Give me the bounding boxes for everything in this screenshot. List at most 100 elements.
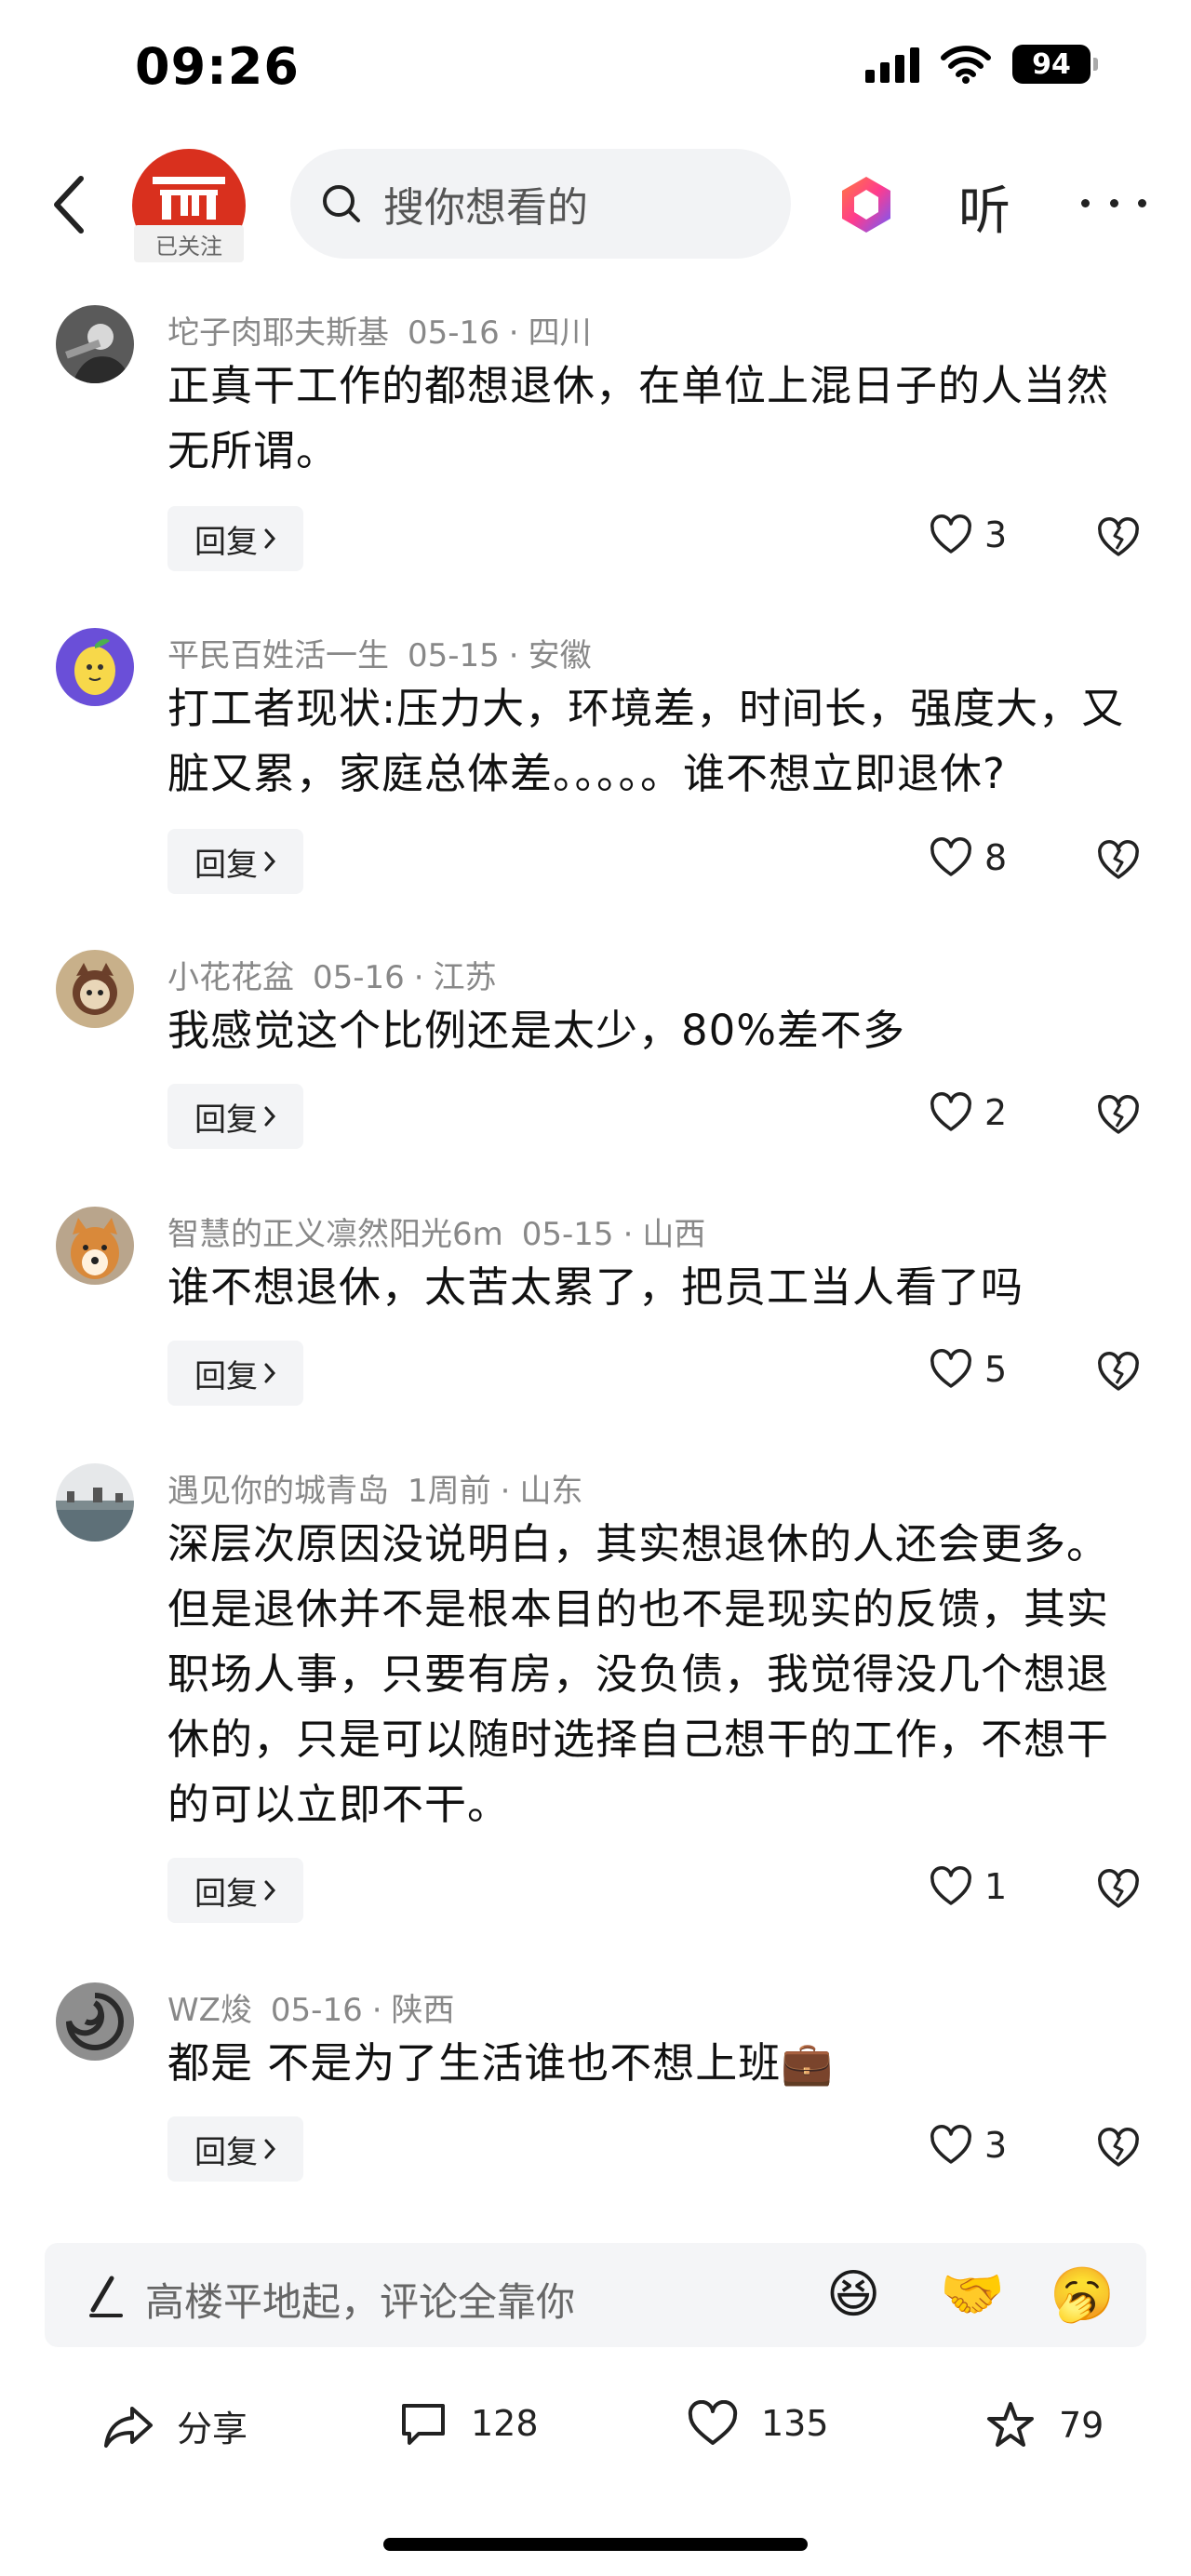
back-button[interactable] (37, 167, 102, 242)
comment-author[interactable]: WZ焌 (167, 1992, 252, 2029)
bottom-action-bar: 分享 128 135 79 (0, 2372, 1191, 2484)
comment-meta: 小花花盆 05-16 · 江苏 (167, 959, 497, 996)
emoji-laugh-icon[interactable]: 😆 (826, 2267, 880, 2323)
heart-outline-icon (930, 2125, 971, 2164)
heart-outline-icon (930, 1349, 971, 1388)
broken-heart-icon[interactable] (1096, 838, 1141, 883)
status-icons: 94 (865, 45, 1098, 84)
comment-author[interactable]: 遇见你的城青岛 (167, 1473, 389, 1510)
ai-assistant-icon[interactable] (835, 173, 898, 236)
broken-heart-icon[interactable] (1096, 1867, 1141, 1912)
cellular-signal-icon (865, 46, 919, 83)
reply-label: 回复 (194, 1875, 258, 1913)
like-button[interactable]: 5 (929, 1349, 1007, 1390)
comment-text: 谁不想退休，太苦太累了，把员工当人看了吗 (167, 1262, 1024, 1312)
like-count: 3 (984, 2125, 1008, 2166)
share-button[interactable]: 分享 (102, 2400, 248, 2451)
reply-button[interactable]: 回复 (167, 1341, 303, 1406)
like-button[interactable]: 8 (929, 837, 1007, 878)
comment-button[interactable]: 128 (398, 2400, 539, 2447)
comment-date: 05-16 (313, 959, 405, 996)
comment-text: 深层次原因没说明白，其实想退休的人还会更多。但是退休并不是根本目的也不是现实的反… (167, 1519, 1110, 1829)
avatar[interactable] (56, 1207, 134, 1285)
comment-location: 山东 (519, 1473, 583, 1510)
avatar[interactable] (56, 305, 134, 383)
star-outline-icon (987, 2402, 1034, 2447)
like-count: 2 (984, 1092, 1008, 1133)
search-input[interactable]: 搜你想看的 (290, 149, 791, 259)
avatar[interactable] (56, 1463, 134, 1542)
like-count: 3 (984, 514, 1008, 555)
status-bar: 09:26 94 (0, 0, 1191, 140)
like-button[interactable]: 1 (929, 1866, 1007, 1907)
top-header: 已关注 搜你想看的 听 (0, 140, 1191, 270)
like-button[interactable]: 3 (929, 2125, 1007, 2166)
chevron-left-icon (54, 176, 84, 234)
favorite-count: 79 (1059, 2405, 1104, 2446)
chevron-right-icon (264, 528, 276, 549)
like-count: 8 (984, 837, 1008, 878)
comment-location: 四川 (528, 314, 592, 352)
like-article-button[interactable]: 135 (687, 2400, 829, 2447)
emoji-handshake-icon[interactable]: 🤝 (940, 2267, 1005, 2323)
broken-heart-icon[interactable] (1096, 515, 1141, 560)
reply-label: 回复 (194, 523, 258, 561)
more-options-button[interactable] (1081, 167, 1146, 233)
reply-button[interactable]: 回复 (167, 506, 303, 571)
reply-button[interactable]: 回复 (167, 1858, 303, 1923)
reply-button[interactable]: 回复 (167, 829, 303, 894)
reply-label: 回复 (194, 1101, 258, 1139)
avatar[interactable] (56, 1982, 134, 2061)
broken-heart-icon[interactable] (1096, 2126, 1141, 2170)
share-icon (104, 2406, 153, 2448)
comment-meta: WZ焌 05-16 · 陕西 (167, 1992, 455, 2029)
favorite-button[interactable]: 79 (984, 2400, 1104, 2450)
comment-author[interactable]: 平民百姓活一生 (167, 637, 389, 674)
heart-outline-icon (930, 837, 971, 876)
home-indicator[interactable] (383, 2538, 808, 2551)
broken-heart-icon[interactable] (1096, 1093, 1141, 1138)
article-like-count: 135 (761, 2403, 829, 2444)
comment-text: 正真干工作的都想退休，在单位上混日子的人当然无所谓。 (167, 361, 1110, 475)
status-time: 09:26 (135, 37, 300, 96)
wifi-icon (941, 46, 991, 84)
avatar[interactable] (56, 950, 134, 1028)
comment-location: 陕西 (391, 1992, 455, 2029)
comment-location: 山西 (642, 1216, 706, 1253)
comment-input[interactable]: 高楼平地起，评论全靠你 😆 🤝 🥱 (45, 2243, 1146, 2347)
chevron-right-icon (264, 851, 276, 872)
emoji-yawn-icon[interactable]: 🥱 (1050, 2267, 1115, 2323)
like-count: 1 (984, 1866, 1008, 1907)
like-button[interactable]: 2 (929, 1092, 1007, 1133)
comment-location: 安徽 (528, 637, 592, 674)
pen-icon (89, 2276, 123, 2317)
comment-date: 05-15 (521, 1216, 614, 1253)
comment-text: 打工者现状:压力大，环境差，时间长，强度大，又脏又累，家庭总体差。。。。。谁不想… (167, 684, 1125, 798)
battery-icon: 94 (1012, 45, 1098, 84)
broken-heart-icon[interactable] (1096, 1350, 1141, 1395)
heart-outline-icon (930, 1092, 971, 1131)
avatar[interactable] (56, 628, 134, 706)
comment-author[interactable]: 小花花盆 (167, 959, 294, 996)
reply-label: 回复 (194, 846, 258, 884)
comment-date: 05-15 (408, 637, 500, 674)
comment-date: 05-16 (408, 314, 500, 352)
comment-meta: 遇见你的城青岛 1周前 · 山东 (167, 1473, 583, 1510)
reply-label: 回复 (194, 1357, 258, 1395)
reply-label: 回复 (194, 2133, 258, 2171)
chevron-right-icon (264, 1363, 276, 1383)
like-button[interactable]: 3 (929, 514, 1007, 555)
comment-meta: 坨子肉耶夫斯基 05-16 · 四川 (167, 314, 592, 352)
chevron-right-icon (264, 2139, 276, 2159)
search-placeholder: 搜你想看的 (383, 184, 588, 232)
comment-text: 我感觉这个比例还是太少，80%差不多 (167, 1006, 906, 1055)
comment-author[interactable]: 智慧的正义凛然阳光6m (167, 1216, 503, 1253)
comment-placeholder: 高楼平地起，评论全靠你 (145, 2279, 576, 2325)
reply-button[interactable]: 回复 (167, 2116, 303, 2182)
comment-date: 1周前 (408, 1473, 491, 1510)
listen-button[interactable]: 听 (958, 169, 1010, 245)
channel-avatar[interactable]: 已关注 (132, 149, 246, 262)
reply-button[interactable]: 回复 (167, 1084, 303, 1149)
comment-author[interactable]: 坨子肉耶夫斯基 (167, 314, 389, 352)
battery-level: 94 (1012, 45, 1091, 84)
